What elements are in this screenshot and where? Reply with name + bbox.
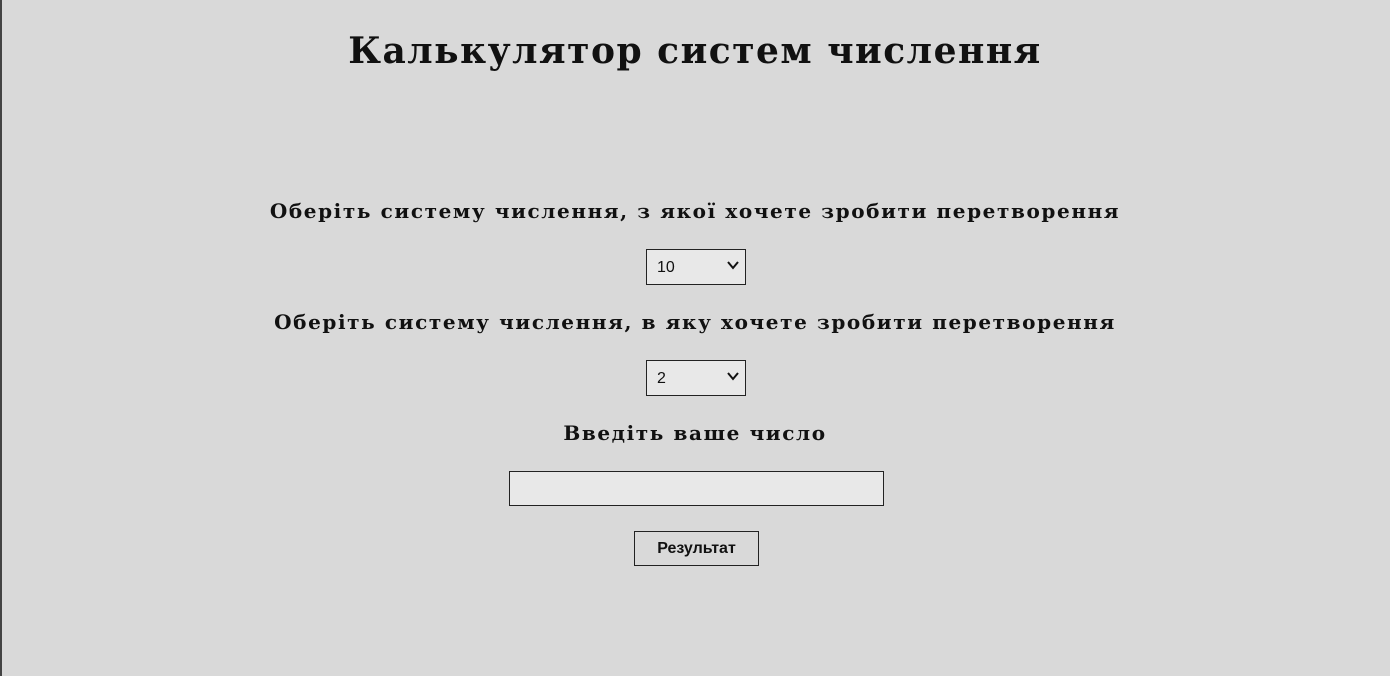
to-base-select-wrapper[interactable]: 2 bbox=[646, 360, 746, 396]
number-input[interactable] bbox=[509, 471, 884, 506]
window-left-edge bbox=[0, 0, 2, 676]
number-label: Введіть ваше число bbox=[563, 421, 827, 445]
result-button[interactable]: Результат bbox=[634, 531, 759, 566]
to-base-select[interactable]: 2 bbox=[646, 360, 746, 396]
from-base-select[interactable]: 10 bbox=[646, 249, 746, 285]
to-base-label: Оберіть систему числення, в яку хочете з… bbox=[274, 310, 1116, 334]
page-title: Калькулятор систем числення bbox=[348, 30, 1042, 72]
from-base-select-wrapper[interactable]: 10 bbox=[646, 249, 746, 285]
from-base-label: Оберіть систему числення, з якої хочете … bbox=[269, 199, 1121, 223]
